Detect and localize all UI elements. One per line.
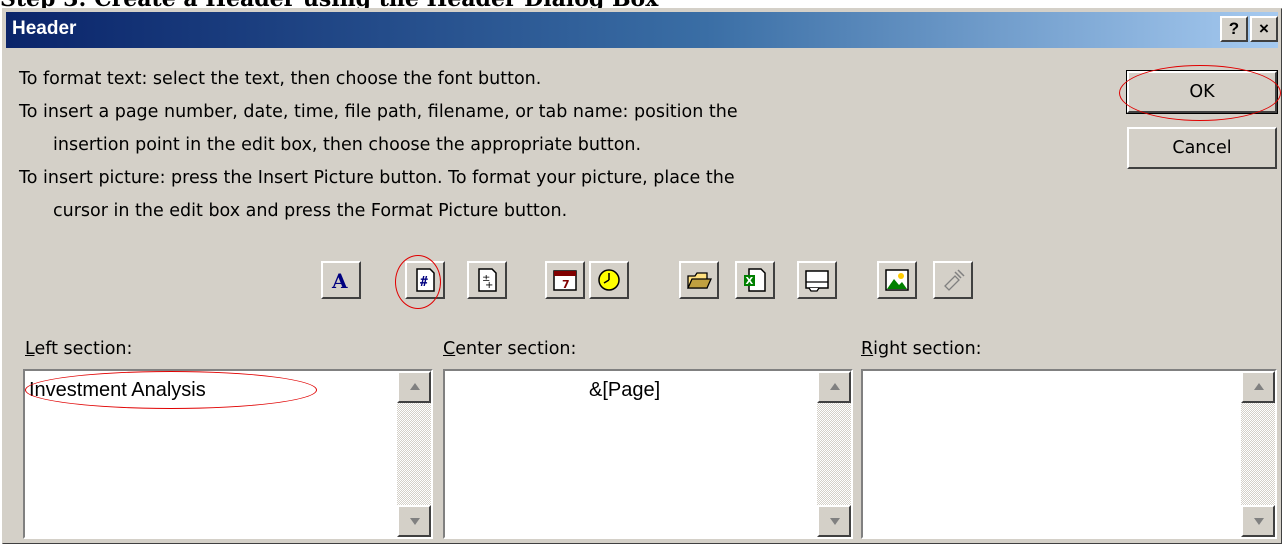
- help-button[interactable]: ?: [1220, 16, 1248, 42]
- svg-text:#: #: [420, 275, 428, 290]
- format-picture-button[interactable]: [933, 261, 973, 299]
- svg-text:X: X: [746, 276, 754, 287]
- svg-text:A: A: [331, 269, 348, 293]
- instruction-line-2: To insert a page number, date, time, fil…: [19, 102, 738, 122]
- page-number-icon: #: [416, 268, 435, 292]
- insert-date-button[interactable]: 7: [545, 261, 585, 299]
- insert-number-of-pages-button[interactable]: ± +: [467, 261, 507, 299]
- cancel-button[interactable]: Cancel: [1127, 127, 1277, 169]
- svg-text:7: 7: [562, 278, 570, 291]
- svg-text:+: +: [485, 280, 493, 291]
- folder-icon: [686, 272, 713, 289]
- picture-icon: [885, 269, 909, 291]
- center-section-label: Center section:: [443, 339, 577, 359]
- left-section-editbox[interactable]: Investment Analysis: [23, 369, 433, 539]
- title-bar[interactable]: Header ? ×: [6, 12, 1278, 48]
- up-arrow-icon: [1254, 383, 1264, 390]
- down-arrow-icon: [830, 518, 840, 525]
- right-section-editbox[interactable]: [861, 369, 1277, 539]
- insert-file-path-button[interactable]: [679, 261, 719, 299]
- insert-filename-button[interactable]: X: [735, 261, 775, 299]
- instruction-line-1: To format text: select the text, then ch…: [19, 69, 542, 89]
- format-picture-icon: [944, 269, 965, 291]
- instruction-line-3: insertion point in the edit box, then ch…: [53, 135, 642, 155]
- sheet-tab-icon: [805, 270, 829, 292]
- left-section-text: Investment Analysis: [29, 379, 206, 401]
- up-arrow-icon: [830, 383, 840, 390]
- down-arrow-icon: [1254, 518, 1264, 525]
- left-scroll-up-button[interactable]: [397, 371, 431, 403]
- insert-sheet-name-button[interactable]: [797, 261, 837, 299]
- left-scroll-down-button[interactable]: [397, 505, 431, 537]
- center-section-editbox[interactable]: &[Page]: [443, 369, 853, 539]
- left-section-label: Left section:: [25, 339, 133, 359]
- up-arrow-icon: [410, 383, 420, 390]
- instruction-line-5: cursor in the edit box and press the For…: [53, 201, 568, 221]
- instruction-line-4: To insert picture: press the Insert Pict…: [19, 168, 735, 188]
- right-scrollbar[interactable]: [1241, 371, 1275, 537]
- right-scroll-down-button[interactable]: [1241, 505, 1275, 537]
- center-scrollbar[interactable]: [817, 371, 851, 537]
- close-button[interactable]: ×: [1250, 16, 1278, 42]
- insert-page-number-button[interactable]: #: [405, 261, 445, 299]
- center-scroll-down-button[interactable]: [817, 505, 851, 537]
- dialog-title: Header: [12, 18, 77, 39]
- ok-button[interactable]: OK: [1126, 70, 1278, 114]
- insert-picture-button[interactable]: [877, 261, 917, 299]
- excel-file-icon: X: [744, 268, 766, 292]
- number-of-pages-icon: ± +: [478, 268, 497, 292]
- down-arrow-icon: [410, 518, 420, 525]
- font-icon: A: [331, 269, 348, 293]
- insert-time-button[interactable]: [589, 261, 629, 299]
- right-section-label: Right section:: [861, 339, 982, 359]
- left-scrollbar[interactable]: [397, 371, 431, 537]
- center-section-text: &[Page]: [589, 379, 661, 401]
- center-scroll-up-button[interactable]: [817, 371, 851, 403]
- right-scroll-up-button[interactable]: [1241, 371, 1275, 403]
- calendar-icon: 7: [553, 270, 577, 291]
- clock-icon: [598, 269, 620, 291]
- font-button[interactable]: A: [321, 261, 361, 299]
- header-dialog: Header ? × To format text: select the te…: [2, 8, 1282, 544]
